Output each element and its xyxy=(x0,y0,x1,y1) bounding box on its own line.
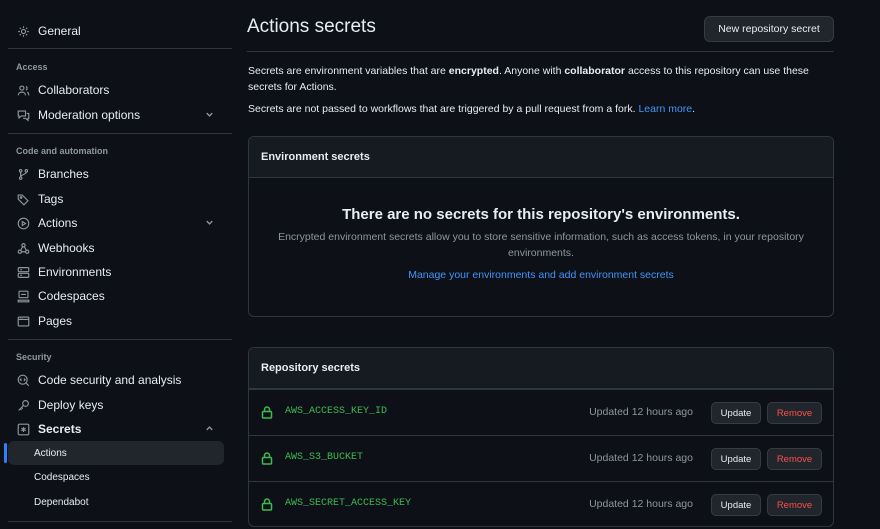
sidebar-item-moderation[interactable]: Moderation options xyxy=(8,102,224,128)
secret-name: AWS_SECRET_ACCESS_KEY xyxy=(285,498,412,509)
settings-sidebar: General Access Collaborators Moderation … xyxy=(0,0,232,529)
title-divider xyxy=(247,51,834,52)
sidebar-item-webhooks[interactable]: Webhooks xyxy=(8,235,224,261)
lock-icon xyxy=(261,406,273,419)
sidebar-item-pages[interactable]: Pages xyxy=(8,308,224,334)
secret-updated-time: Updated 12 hours ago xyxy=(589,452,693,464)
update-secret-button[interactable]: Update xyxy=(711,494,761,516)
sidebar-item-secrets[interactable]: Secrets xyxy=(8,416,224,442)
sidebar-divider xyxy=(8,133,232,134)
secret-updated-time: Updated 12 hours ago xyxy=(589,406,693,418)
secret-name: AWS_S3_BUCKET xyxy=(285,452,364,463)
sidebar-item-label: Tags xyxy=(38,192,64,206)
remove-secret-button[interactable]: Remove xyxy=(767,402,822,424)
gear-icon xyxy=(16,24,30,38)
section-label-security: Security xyxy=(16,352,52,362)
learn-more-link[interactable]: Learn more xyxy=(638,103,692,115)
secrets-description: Secrets are environment variables that a… xyxy=(248,63,834,95)
sidebar-item-label: Actions xyxy=(38,216,78,230)
page-title: Actions secrets xyxy=(247,16,376,37)
desc-text: Secrets are environment variables that a… xyxy=(248,65,449,77)
sidebar-item-environments[interactable]: Environments xyxy=(8,259,224,285)
git-branch-icon xyxy=(16,167,30,181)
sidebar-subitem-codespaces[interactable]: Codespaces xyxy=(8,465,224,489)
environment-secrets-box: Environment secrets There are no secrets… xyxy=(248,136,834,317)
sidebar-item-label: Code security and analysis xyxy=(38,373,182,387)
desc-text: . Anyone with xyxy=(498,65,565,77)
remove-secret-button[interactable]: Remove xyxy=(767,494,822,516)
sidebar-item-codespaces[interactable]: Codespaces xyxy=(8,283,224,309)
desc-text: . xyxy=(692,103,696,115)
tag-icon xyxy=(16,192,30,206)
update-secret-button[interactable]: Update xyxy=(711,402,761,424)
comment-discussion-icon xyxy=(16,108,30,122)
secret-row: AWS_SECRET_ACCESS_KEY Updated 12 hours a… xyxy=(249,481,833,526)
sidebar-item-label: Webhooks xyxy=(38,241,95,255)
key-icon xyxy=(16,398,30,412)
secret-name: AWS_ACCESS_KEY_ID xyxy=(285,406,388,417)
sidebar-item-label: Deploy keys xyxy=(38,398,104,412)
update-secret-button[interactable]: Update xyxy=(711,448,761,470)
chevron-up-icon xyxy=(204,423,216,435)
sidebar-item-actions[interactable]: Actions xyxy=(8,210,224,236)
sidebar-item-general[interactable]: General xyxy=(8,18,224,44)
active-indicator xyxy=(4,443,7,463)
sidebar-item-tags[interactable]: Tags xyxy=(8,186,224,212)
desc-text: Secrets are not passed to workflows that… xyxy=(248,103,639,115)
repository-secrets-header: Repository secrets xyxy=(249,348,833,389)
sidebar-item-label: Codespaces xyxy=(38,289,105,303)
codescan-icon xyxy=(16,373,30,387)
lock-icon xyxy=(261,498,273,511)
secret-row: AWS_S3_BUCKET Updated 12 hours ago Updat… xyxy=(249,435,833,481)
sidebar-item-label: General xyxy=(38,24,81,38)
section-label-code-automation: Code and automation xyxy=(16,146,108,156)
server-icon xyxy=(16,265,30,279)
manage-environments-link[interactable]: Manage your environments and add environ… xyxy=(408,269,674,281)
sidebar-divider xyxy=(8,521,232,522)
sidebar-divider xyxy=(8,48,232,49)
sidebar-item-label: Pages xyxy=(38,314,73,328)
key-asterisk-icon xyxy=(16,422,30,436)
desc-bold-collaborator: collaborator xyxy=(564,65,626,77)
environment-secrets-header: Environment secrets xyxy=(249,137,833,178)
sidebar-item-label: Environments xyxy=(38,265,112,279)
sidebar-item-label: Moderation options xyxy=(38,108,141,122)
webhook-icon xyxy=(16,241,30,255)
repository-secrets-box: Repository secrets AWS_ACCESS_KEY_ID Upd… xyxy=(248,347,834,527)
sidebar-item-label: Branches xyxy=(38,167,89,181)
sidebar-item-collaborators[interactable]: Collaborators xyxy=(8,77,224,103)
section-label-access: Access xyxy=(16,62,48,72)
new-repository-secret-button[interactable]: New repository secret xyxy=(704,16,834,42)
remove-secret-button[interactable]: Remove xyxy=(767,448,822,470)
secret-row: AWS_ACCESS_KEY_ID Updated 12 hours ago U… xyxy=(249,389,833,435)
fork-description: Secrets are not passed to workflows that… xyxy=(248,101,834,117)
sidebar-item-label: Secrets xyxy=(38,422,82,436)
sidebar-subitem-dependabot[interactable]: Dependabot xyxy=(8,490,224,514)
secret-updated-time: Updated 12 hours ago xyxy=(589,498,693,510)
sidebar-subitem-actions[interactable]: Actions xyxy=(8,441,224,465)
sidebar-item-branches[interactable]: Branches xyxy=(8,161,224,187)
play-icon xyxy=(16,216,30,230)
chevron-down-icon xyxy=(204,109,216,121)
chevron-down-icon xyxy=(204,217,216,229)
codespaces-icon xyxy=(16,289,30,303)
sidebar-item-code-security[interactable]: Code security and analysis xyxy=(8,367,224,393)
desc-bold-encrypted: encrypted xyxy=(448,65,499,77)
browser-icon xyxy=(16,314,30,328)
empty-state-title: There are no secrets for this repository… xyxy=(342,206,740,223)
sidebar-item-deploy-keys[interactable]: Deploy keys xyxy=(8,392,224,418)
empty-state-link-wrap: Manage your environments and add environ… xyxy=(249,269,833,281)
empty-state-description: Encrypted environment secrets allow you … xyxy=(278,231,804,259)
sidebar-item-label: Collaborators xyxy=(38,83,110,97)
people-icon xyxy=(16,83,30,97)
lock-icon xyxy=(261,452,273,465)
sidebar-divider xyxy=(8,339,232,340)
